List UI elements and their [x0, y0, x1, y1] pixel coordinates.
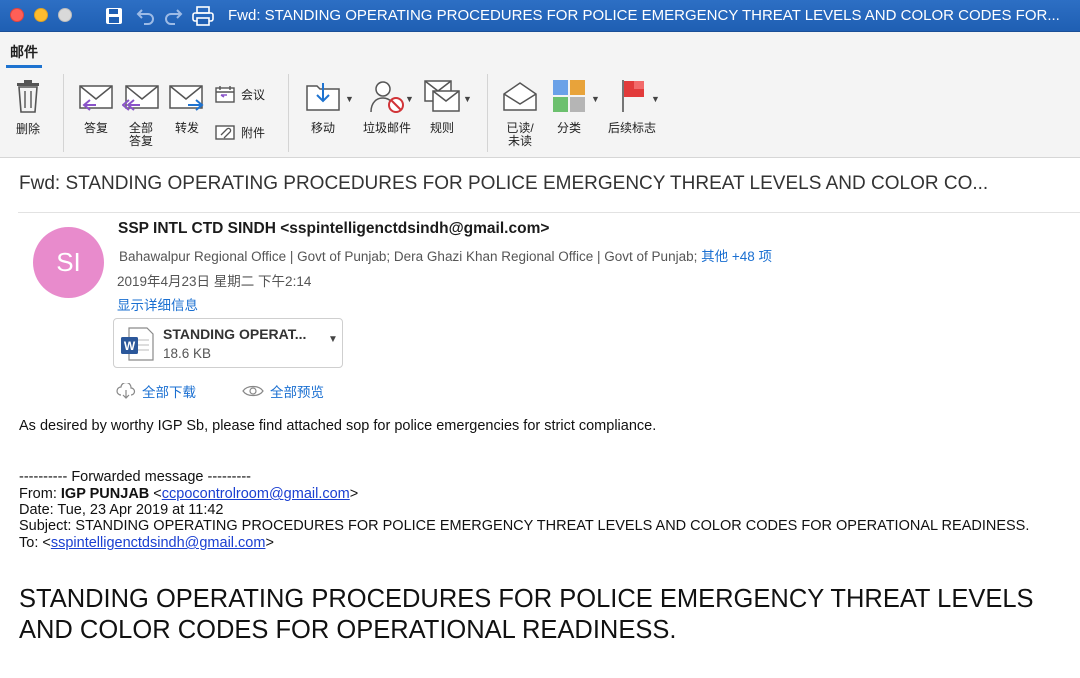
reply-all-icon — [122, 76, 160, 116]
recipients-line: Bahawalpur Regional Office | Govt of Pun… — [119, 245, 772, 265]
window-title: Fwd: STANDING OPERATING PROCEDURES FOR P… — [228, 7, 1060, 24]
open-envelope-icon — [502, 76, 538, 116]
divider — [18, 212, 1080, 213]
attachment-card[interactable]: W STANDING OPERAT... 18.6 KB ▼ — [113, 318, 343, 368]
read-unread-button[interactable]: 已读/ 未读 — [500, 76, 540, 148]
reply-button[interactable]: 答复 — [78, 76, 114, 135]
rules-button[interactable]: 规则 — [421, 76, 463, 135]
avatar[interactable]: SI — [33, 227, 104, 298]
cloud-download-icon — [116, 383, 136, 399]
minimize-window-button[interactable] — [34, 8, 48, 22]
from-email-link[interactable]: ccpocontrolroom@gmail.com — [162, 486, 350, 502]
tab-mail[interactable]: 邮件 — [6, 42, 42, 68]
word-document-icon: W — [119, 326, 155, 367]
title-bar: Fwd: STANDING OPERATING PROCEDURES FOR P… — [0, 0, 1080, 32]
sender-name[interactable]: SSP INTL CTD SINDH <sspintelligenctdsind… — [118, 220, 549, 238]
attachment-name: STANDING OPERAT... — [163, 326, 307, 342]
reply-all-button[interactable]: 全部 答复 — [122, 76, 160, 148]
follow-up-button[interactable]: 后续标志 — [605, 76, 659, 135]
forwarded-header: ---------- Forwarded message --------- — [19, 469, 251, 485]
category-grid-icon — [552, 76, 586, 116]
ribbon-toolbar: 邮件 删除 答复 全部 答复 转发 会议 附件 移动 ▼ 垃圾邮件 ▼ 规则 ▼… — [0, 32, 1080, 158]
reply-icon — [78, 76, 114, 116]
to-email-link[interactable]: sspintelligenctdsindh@gmail.com — [51, 535, 266, 551]
attachment-size: 18.6 KB — [163, 346, 212, 361]
folder-move-icon — [305, 76, 341, 116]
chevron-down-icon[interactable]: ▼ — [405, 94, 414, 104]
print-icon[interactable] — [191, 4, 215, 28]
svg-text:W: W — [124, 339, 136, 353]
eye-icon — [242, 385, 264, 397]
show-details-link[interactable]: 显示详细信息 — [117, 294, 198, 314]
body-intro: As desired by worthy IGP Sb, please find… — [19, 418, 657, 434]
forwarded-date: Date: Tue, 23 Apr 2019 at 11:42 — [19, 502, 224, 518]
chevron-down-icon[interactable]: ▼ — [345, 94, 354, 104]
undo-icon[interactable] — [134, 4, 158, 28]
close-window-button[interactable] — [10, 8, 24, 22]
message-date: 2019年4月23日 星期二 下午2:14 — [117, 274, 312, 289]
attach-file-button[interactable]: 附件 — [215, 123, 265, 141]
forward-icon — [168, 76, 206, 116]
junk-icon — [367, 76, 407, 116]
redo-icon[interactable] — [161, 4, 185, 28]
save-icon[interactable] — [102, 4, 126, 28]
move-button[interactable]: 移动 — [303, 76, 343, 135]
chevron-down-icon[interactable]: ▼ — [591, 94, 600, 104]
delete-button[interactable]: 删除 — [12, 76, 44, 136]
junk-button[interactable]: 垃圾邮件 — [360, 76, 414, 135]
calendar-icon — [215, 86, 235, 103]
forward-button[interactable]: 转发 — [168, 76, 206, 135]
more-recipients-link[interactable]: 其他 +48 项 — [701, 249, 772, 264]
forwarded-subject: Subject: STANDING OPERATING PROCEDURES F… — [19, 518, 1030, 534]
document-heading: STANDING OPERATING PROCEDURES FOR POLICE… — [19, 585, 1034, 644]
paperclip-icon — [215, 125, 235, 140]
chevron-down-icon[interactable]: ▼ — [463, 94, 472, 104]
categorize-button[interactable]: 分类 — [549, 76, 589, 135]
maximize-window-button[interactable] — [58, 8, 72, 22]
message-subject: Fwd: STANDING OPERATING PROCEDURES FOR P… — [19, 173, 989, 194]
flag-icon — [617, 76, 647, 116]
chevron-down-icon[interactable]: ▼ — [328, 334, 338, 345]
download-all-button[interactable]: 全部下载 — [116, 381, 196, 401]
forwarded-to: To: <sspintelligenctdsindh@gmail.com> — [19, 535, 274, 551]
meeting-button[interactable]: 会议 — [215, 85, 265, 103]
trash-icon — [15, 76, 41, 116]
rules-icon — [423, 76, 461, 116]
preview-all-button[interactable]: 全部预览 — [242, 381, 324, 401]
chevron-down-icon[interactable]: ▼ — [651, 94, 660, 104]
recipients-list[interactable]: Bahawalpur Regional Office | Govt of Pun… — [119, 249, 697, 264]
forwarded-from: From: IGP PUNJAB <ccpocontrolroom@gmail.… — [19, 486, 359, 502]
